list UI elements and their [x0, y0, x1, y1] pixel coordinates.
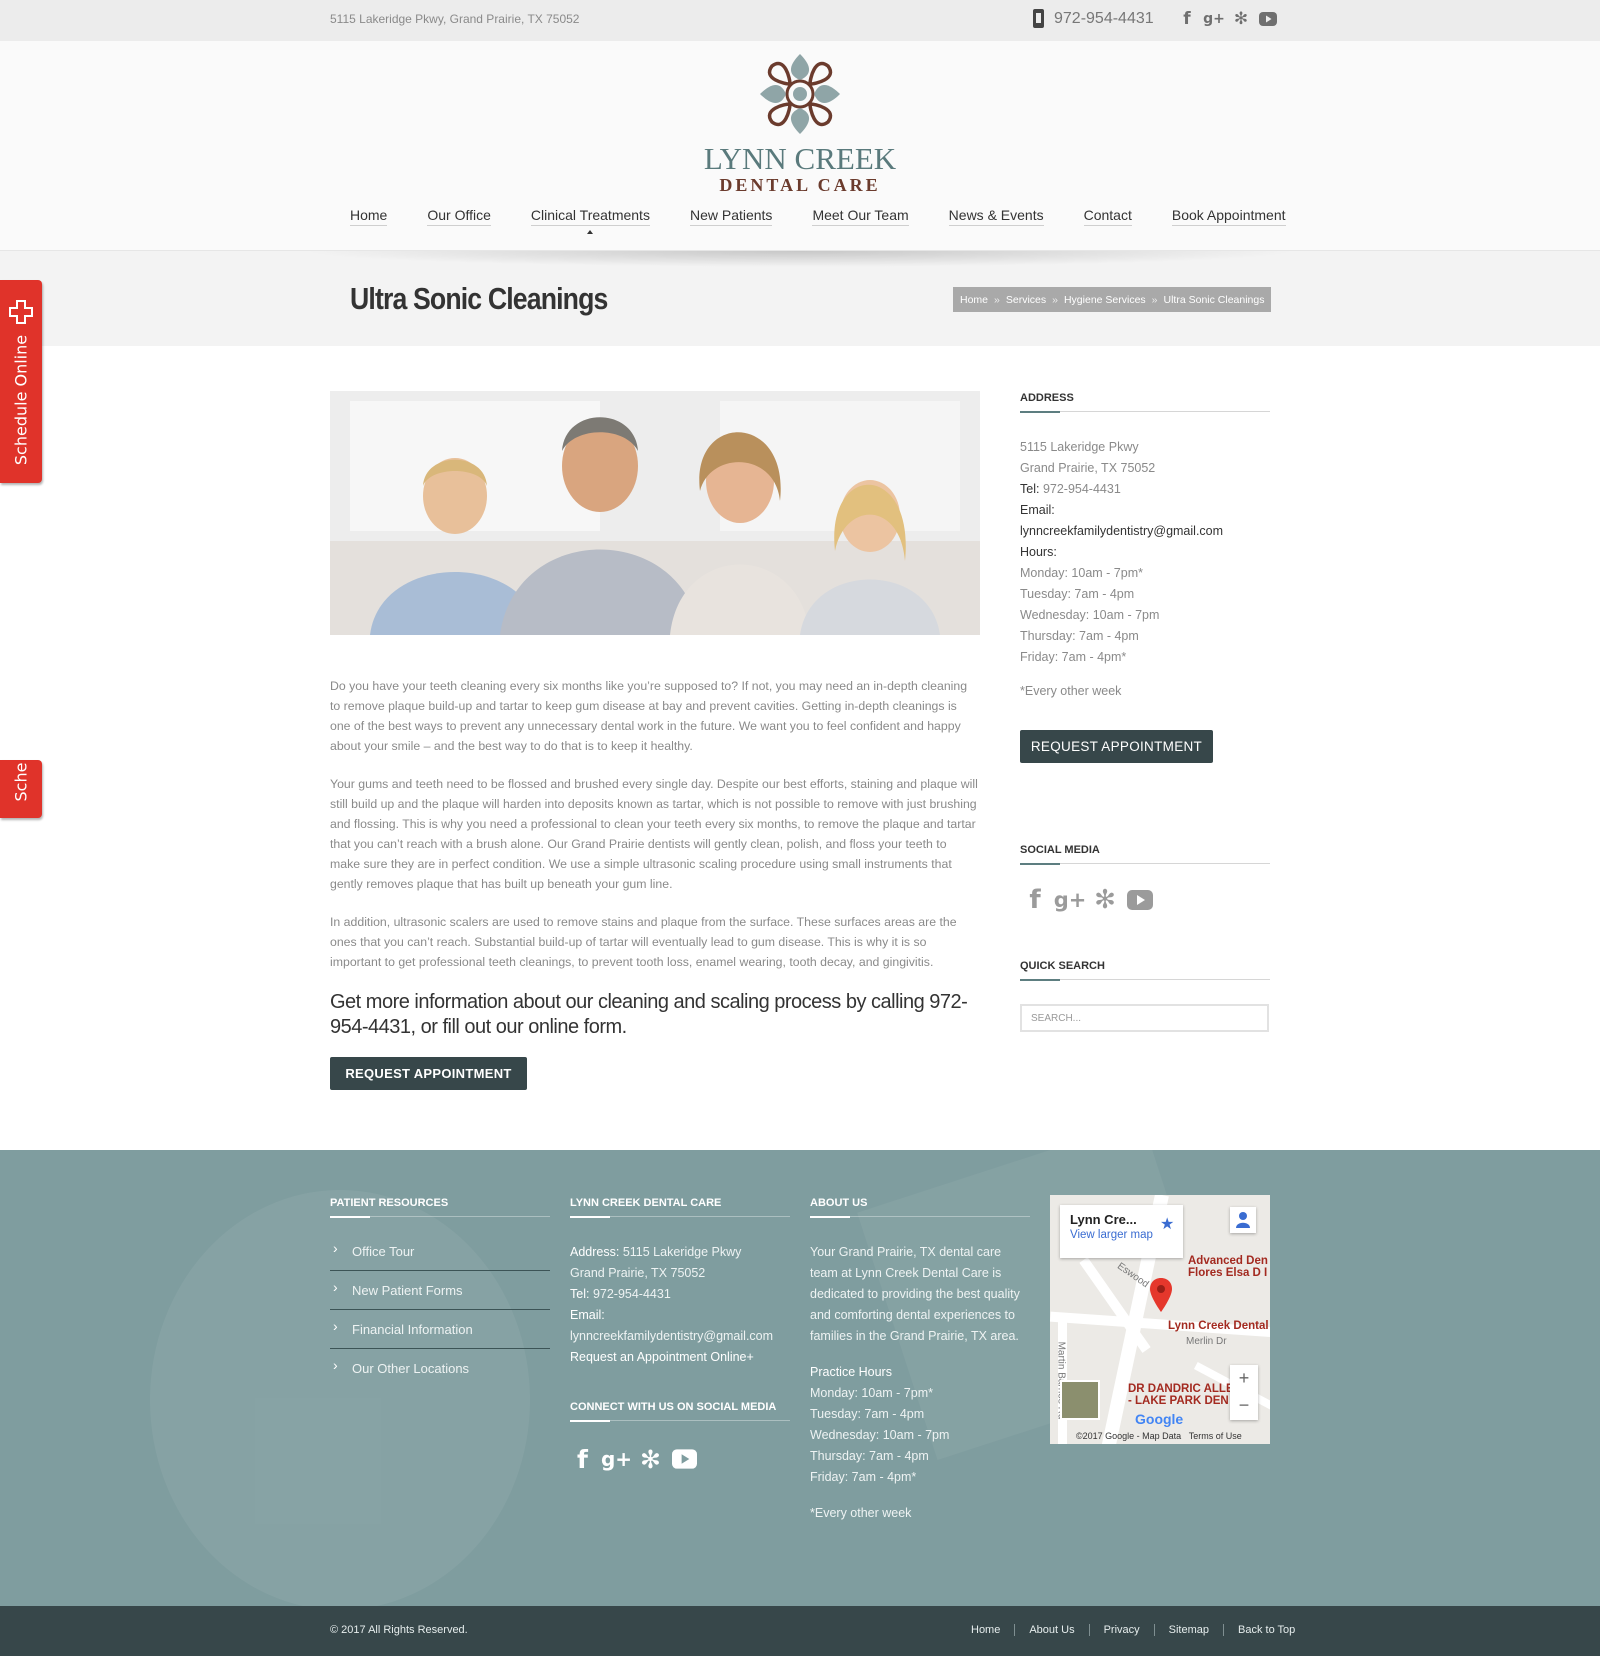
search-input[interactable]: SEARCH...: [1020, 1004, 1269, 1032]
footer-resources-heading: PATIENT RESOURCES: [330, 1197, 550, 1218]
map-zoom-out-button[interactable]: −: [1230, 1392, 1258, 1419]
map-attribution: ©2017 Google - Map Data Terms of Use: [1076, 1431, 1242, 1441]
content-paragraph-1: Do you have your teeth cleaning every si…: [330, 679, 968, 753]
star-icon[interactable]: ★: [1160, 1214, 1174, 1234]
bottom-bar: © 2017 All Rights Reserved. Home About U…: [0, 1606, 1600, 1656]
footer-tel[interactable]: 972-954-4431: [593, 1287, 671, 1301]
request-appointment-button[interactable]: REQUEST APPOINTMENT: [330, 1057, 527, 1090]
footer-about-block: Your Grand Prairie, TX dental care team …: [810, 1245, 1020, 1520]
breadcrumb-services[interactable]: Services: [1006, 294, 1046, 306]
top-bar: 5115 Lakeridge Pkwy, Grand Prairie, TX 7…: [0, 0, 1600, 41]
footer-care-heading: LYNN CREEK DENTAL CARE: [570, 1197, 790, 1218]
bottom-links: Home About Us Privacy Sitemap Back to To…: [957, 1624, 1295, 1636]
bottom-link-privacy[interactable]: Privacy: [1090, 1624, 1155, 1636]
logo-line1: LYNN CREEK: [703, 141, 897, 176]
schedule-online-tab[interactable]: Schedule Online: [0, 280, 42, 483]
nav-book-appointment[interactable]: Book Appointment: [1152, 207, 1306, 226]
facebook-icon[interactable]: f: [1178, 8, 1196, 30]
nav-our-office[interactable]: Our Office: [407, 207, 511, 226]
footer-link-office-tour[interactable]: Office Tour: [330, 1232, 550, 1271]
google-plus-icon[interactable]: g+: [1054, 885, 1087, 915]
phone-icon: [1033, 9, 1044, 28]
top-address: 5115 Lakeridge Pkwy, Grand Prairie, TX 7…: [330, 12, 580, 26]
map-label-lynn-creek[interactable]: Lynn Creek Dental: [1168, 1320, 1269, 1332]
site-footer: [0, 1150, 1600, 1606]
footer-link-new-patient-forms[interactable]: New Patient Forms: [330, 1271, 550, 1310]
bottom-link-about[interactable]: About Us: [1015, 1624, 1090, 1636]
location-map[interactable]: Lynn Cre... View larger map ★ Advanced D…: [1050, 1195, 1270, 1444]
map-zoom-controls: + −: [1230, 1365, 1258, 1420]
page-title-band: Ultra Sonic Cleanings: [0, 251, 1600, 346]
breadcrumb-hygiene-services[interactable]: Hygiene Services: [1064, 294, 1146, 306]
schedule-online-label: Schedule Online: [11, 334, 31, 466]
nav-clinical-treatments[interactable]: Clinical Treatments: [511, 207, 670, 234]
breadcrumb: Home » Services » Hygiene Services » Ult…: [953, 287, 1272, 312]
main-nav: Home Our Office Clinical Treatments New …: [330, 207, 1306, 234]
sidebar-email[interactable]: lynncreekfamilydentistry@gmail.com: [1020, 521, 1270, 542]
nav-new-patients[interactable]: New Patients: [670, 207, 792, 226]
top-phone[interactable]: 972-954-4431: [1033, 9, 1154, 28]
footer-link-financial-information[interactable]: Financial Information: [330, 1310, 550, 1349]
bottom-link-home[interactable]: Home: [957, 1624, 1016, 1636]
footer-about-heading: ABOUT US: [810, 1197, 1030, 1218]
sidebar-tel[interactable]: 972-954-4431: [1043, 482, 1121, 496]
map-pin-icon[interactable]: [1150, 1278, 1172, 1312]
sidebar-address-heading: ADDRESS: [1020, 392, 1270, 413]
map-view-larger-link[interactable]: View larger map: [1070, 1229, 1173, 1241]
page-title: Ultra Sonic Cleanings: [350, 281, 608, 316]
youtube-icon[interactable]: [1127, 885, 1153, 915]
site-logo[interactable]: LYNN CREEK DENTAL CARE: [700, 49, 900, 195]
hero-family-photo: [330, 391, 980, 635]
google-plus-icon[interactable]: g+: [601, 1444, 632, 1474]
youtube-icon[interactable]: [672, 1444, 697, 1474]
sidebar-social-links: f g+ ✻: [1022, 885, 1153, 915]
nav-meet-our-team[interactable]: Meet Our Team: [792, 207, 928, 226]
nav-home[interactable]: Home: [330, 207, 407, 226]
google-plus-icon[interactable]: g+: [1203, 8, 1225, 30]
facebook-icon[interactable]: f: [570, 1444, 595, 1474]
footer-connect-heading: CONNECT WITH US ON SOCIAL MEDIA: [570, 1401, 790, 1422]
logo-line2: DENTAL CARE: [719, 175, 881, 195]
logo-emblem-icon: [760, 54, 840, 134]
map-zoom-in-button[interactable]: +: [1230, 1365, 1258, 1392]
schedule-online-label-partial: Sche: [11, 762, 31, 802]
top-social-links: f g+ ✻: [1178, 8, 1277, 30]
top-phone-number[interactable]: 972-954-4431: [1054, 10, 1154, 28]
map-terms-link[interactable]: Terms of Use: [1189, 1431, 1242, 1441]
sidebar-search-heading: QUICK SEARCH: [1020, 960, 1270, 981]
bottom-link-back-to-top[interactable]: Back to Top: [1224, 1624, 1295, 1636]
pegman-icon[interactable]: [1230, 1207, 1256, 1233]
sidebar-address-block: 5115 Lakeridge Pkwy Grand Prairie, TX 75…: [1020, 437, 1270, 702]
yelp-icon[interactable]: ✻: [1092, 885, 1118, 915]
footer-request-link[interactable]: Request an Appointment Online+: [570, 1347, 790, 1368]
map-label-dandric[interactable]: DR DANDRIC ALLE - LAKE PARK DEN: [1128, 1383, 1234, 1407]
bottom-link-sitemap[interactable]: Sitemap: [1155, 1624, 1225, 1636]
sidebar-request-appointment-button[interactable]: REQUEST APPOINTMENT: [1020, 730, 1213, 763]
map-place-card: Lynn Cre... View larger map ★: [1060, 1205, 1183, 1258]
content-paragraph-3: In addition, ultrasonic scalers are used…: [330, 915, 957, 969]
map-card-title: Lynn Cre...: [1070, 1212, 1137, 1227]
yelp-icon[interactable]: ✻: [638, 1444, 663, 1474]
facebook-icon[interactable]: f: [1022, 885, 1048, 915]
footer-social-links: f g+ ✻: [570, 1444, 697, 1474]
yelp-icon[interactable]: ✻: [1232, 8, 1250, 30]
site-header: LYNN CREEK DENTAL CARE Home Our Office C…: [0, 41, 1600, 251]
footer-contact-block: Address: 5115 Lakeridge Pkwy Grand Prair…: [570, 1242, 790, 1368]
content-paragraph-2: Your gums and teeth need to be flossed a…: [330, 777, 978, 891]
footer-resources-list: Office Tour New Patient Forms Financial …: [330, 1232, 550, 1388]
map-satellite-thumbnail[interactable]: [1060, 1380, 1100, 1420]
youtube-icon[interactable]: [1259, 8, 1277, 30]
map-label-advanced[interactable]: Advanced Den Flores Elsa D I: [1188, 1255, 1268, 1279]
cta-text: Get more information about our cleaning …: [330, 991, 968, 1038]
breadcrumb-current: Ultra Sonic Cleanings: [1163, 293, 1265, 306]
google-logo: Google: [1135, 1411, 1184, 1427]
nav-news-events[interactable]: News & Events: [929, 207, 1064, 226]
breadcrumb-home[interactable]: Home: [960, 294, 988, 306]
copyright: © 2017 All Rights Reserved.: [330, 1624, 468, 1636]
footer-email[interactable]: lynncreekfamilydentistry@gmail.com: [570, 1326, 790, 1347]
nav-contact[interactable]: Contact: [1064, 207, 1152, 226]
sidebar-social-heading: SOCIAL MEDIA: [1020, 844, 1270, 865]
schedule-online-tab-partial[interactable]: Sche: [0, 760, 42, 818]
footer-link-other-locations[interactable]: Our Other Locations: [330, 1349, 550, 1388]
